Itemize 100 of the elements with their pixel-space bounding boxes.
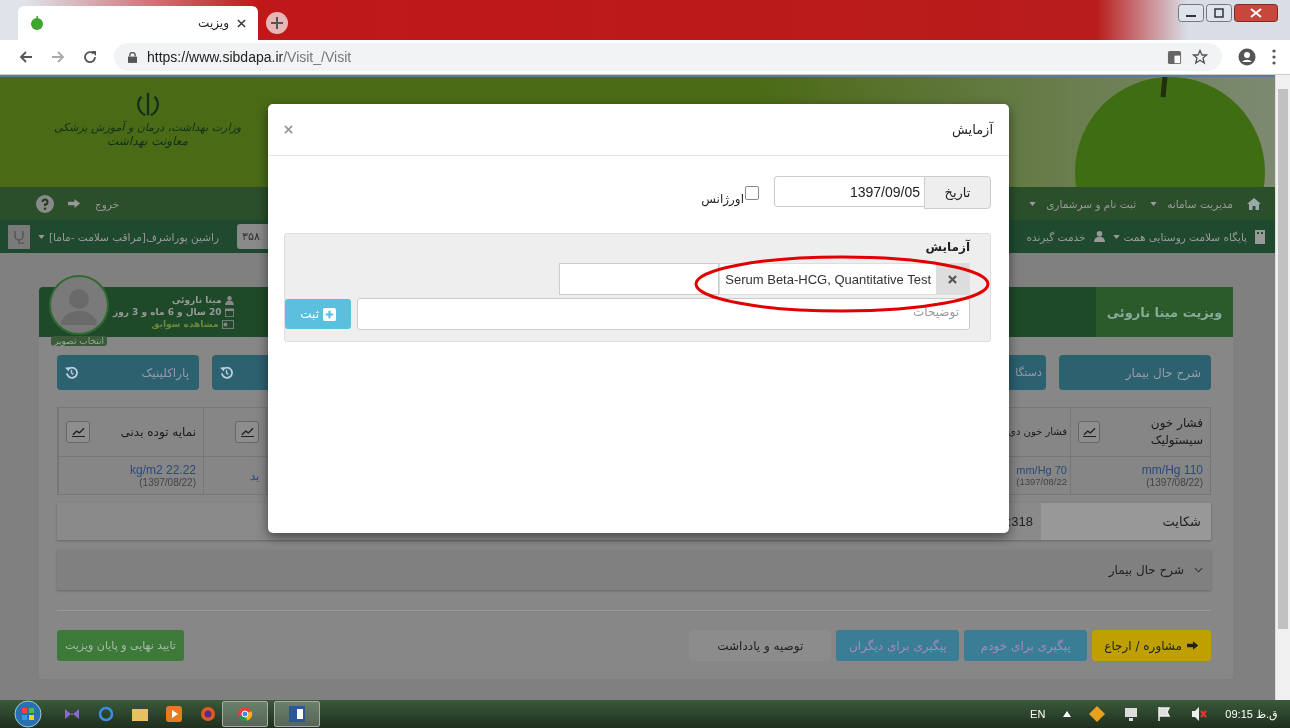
chart-button[interactable] (66, 421, 90, 443)
date-label: تاریخ (924, 176, 991, 209)
avatar-placeholder[interactable] (49, 275, 109, 335)
vital-date: (1397/08/22) (139, 477, 196, 488)
facility-dropdown[interactable]: پایگاه سلامت روستایی همت (1123, 230, 1247, 243)
history-icon (220, 366, 233, 379)
nav-menu-item[interactable]: ثبت نام و سرشماری (1046, 197, 1137, 210)
history-section-button[interactable]: پاراکلینیک (57, 355, 199, 390)
caret-icon (1112, 234, 1120, 239)
scrollbar[interactable] (1275, 75, 1290, 700)
user-role-dropdown[interactable]: راشین پوراشرف[مراقب سلامت -ماما] (49, 230, 220, 243)
patient-name: مینا ناروئی (172, 295, 222, 305)
plus-icon (323, 307, 336, 321)
emergency-label: اورژانس (701, 192, 744, 206)
finish-visit-button[interactable]: تایید نهایی و پایان ویزیت (57, 630, 184, 661)
modal-title: آزمایش (952, 122, 993, 137)
submit-button[interactable]: ثبت (285, 299, 352, 329)
test-tag[interactable]: Serum Beta-HCG, Quantitative Test (719, 263, 970, 295)
reload-icon[interactable] (82, 49, 98, 65)
remove-icon (948, 274, 957, 284)
network-icon[interactable] (1123, 706, 1140, 722)
emergency-checkbox[interactable] (745, 186, 759, 200)
logout-link[interactable]: خروج (95, 197, 120, 210)
history-link[interactable]: مشاهده سوابق (151, 319, 219, 329)
caret-icon (1029, 201, 1037, 206)
home-icon[interactable] (1247, 197, 1261, 210)
action-button[interactable]: توصیه و یادداشت (689, 630, 832, 661)
vital-value[interactable]: kg/m2 22.22 (129, 463, 196, 477)
help-icon[interactable] (36, 194, 54, 213)
caret-icon (1150, 201, 1158, 206)
chart-icon (71, 427, 85, 437)
column-header: فشار خون دی (1008, 425, 1067, 439)
folder-icon[interactable] (132, 707, 148, 721)
close-icon[interactable] (1234, 4, 1278, 22)
user-icon (1093, 231, 1105, 242)
logout-icon (68, 198, 81, 209)
tray-arrow-icon[interactable] (1063, 711, 1072, 717)
media-player-icon[interactable] (166, 706, 182, 722)
new-tab-icon[interactable] (266, 12, 288, 34)
url-text: https://www.sibdapa.ir/Visit_/Visit (147, 49, 352, 65)
section-button[interactable]: شرح حال بیمار (1059, 355, 1211, 390)
language-indicator[interactable]: EN (1030, 708, 1046, 720)
browser-tab[interactable]: ویزیت (18, 6, 258, 40)
complaint-text: 318: (1007, 513, 1034, 531)
choose-photo-link[interactable]: انتخاب تصویر (51, 336, 108, 346)
test-name: Serum Beta-HCG, Quantitative Test (724, 270, 932, 289)
tab-title: ویزیت (198, 16, 229, 30)
accordion-title: شرح حال بیمار (1108, 563, 1184, 577)
browser-icon[interactable] (98, 706, 114, 722)
panel-title: آزمایش (924, 240, 970, 256)
chart-button[interactable] (1078, 421, 1101, 443)
building-icon (1255, 229, 1265, 244)
speaker-muted-icon[interactable] (1191, 706, 1208, 722)
calendar-icon (225, 307, 235, 317)
back-icon[interactable] (18, 49, 34, 65)
id-card-icon (222, 319, 235, 329)
star-icon[interactable] (1192, 49, 1208, 65)
nav-menu-item[interactable]: مدیریت سامانه (1167, 197, 1233, 210)
user-icon (225, 295, 235, 305)
notes-field[interactable]: توضیحات (357, 298, 970, 330)
column-header: فشار خون سیستولیک (1149, 415, 1203, 449)
chrome-taskbar-button[interactable] (222, 701, 268, 727)
test-search-field[interactable] (559, 263, 720, 295)
chart-button[interactable] (235, 421, 259, 443)
patient-age: 20 سال و 6 ماه و 3 روز (113, 307, 222, 317)
tray-app-icon[interactable] (1089, 706, 1106, 722)
address-bar[interactable]: https://www.sibdapa.ir/Visit_/Visit (114, 43, 1222, 71)
lock-icon (128, 51, 137, 63)
chrome-icon (237, 706, 253, 722)
restore-icon[interactable] (1206, 4, 1232, 22)
app-icon[interactable] (64, 706, 80, 722)
caret-icon (38, 234, 45, 239)
word-icon (289, 706, 305, 722)
history-icon (65, 366, 78, 379)
clock[interactable]: 09:15 ق.ظ (1225, 707, 1278, 721)
column-header: نمایه توده بدنی (120, 423, 196, 441)
minimize-icon[interactable] (1178, 4, 1204, 22)
date-input[interactable]: 1397/09/05 (774, 176, 924, 207)
vital-date: 1397/08/22) (1016, 476, 1067, 487)
vital-date: (1397/08/22) (1146, 477, 1203, 488)
translate-icon[interactable] (1167, 49, 1182, 65)
apple-icon (30, 16, 44, 30)
vital-value[interactable]: mm/Hg 70 (1016, 464, 1067, 476)
vital-value[interactable]: ید (250, 468, 259, 483)
menu-icon[interactable] (1272, 49, 1276, 65)
chart-icon (240, 427, 254, 437)
chart-icon (1082, 427, 1096, 437)
word-taskbar-button[interactable] (274, 701, 320, 727)
account-icon[interactable] (1238, 48, 1256, 66)
client-menu-item[interactable]: خدمت گیرنده (1026, 230, 1086, 243)
close-icon[interactable] (237, 18, 246, 28)
visit-tab[interactable]: ویزیت مینا ناروئی (1096, 287, 1233, 337)
firefox-icon[interactable] (200, 706, 216, 722)
complaint-label: شکایت (1041, 503, 1211, 540)
stethoscope-icon (13, 229, 25, 244)
remove-tag-button[interactable] (936, 264, 969, 294)
history-accordion[interactable]: شرح حال بیمار (57, 550, 1211, 590)
vital-value[interactable]: mm/Hg 110 (1141, 463, 1203, 477)
deputy-title: معاونت بهداشت (107, 134, 188, 148)
action-button[interactable]: مشاوره / ارجاع (1092, 630, 1211, 661)
